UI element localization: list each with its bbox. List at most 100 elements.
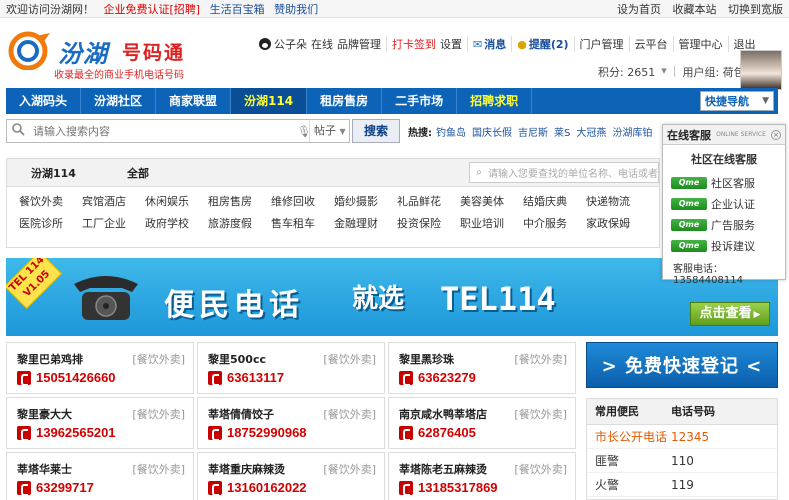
category-item[interactable]: 宾馆酒店	[82, 191, 145, 213]
nav-item-home[interactable]: 入湖码头	[6, 88, 82, 114]
hot-word[interactable]: 大冠燕	[576, 124, 606, 139]
bookmark-link[interactable]: 收藏本站	[673, 3, 717, 16]
listing-category: [餐饮外卖]	[132, 463, 185, 476]
quick-nav-button[interactable]: 快捷导航 ▼	[700, 91, 774, 111]
portal-manage-link[interactable]: 门户管理	[575, 36, 630, 52]
listing-card[interactable]: 黎里巴弟鸡排 [餐饮外卖] 15051426660	[6, 342, 194, 394]
listing-card[interactable]: 黎里豪大大 [餐饮外卖] 13962565201	[6, 397, 194, 449]
category-item[interactable]: 工厂企业	[82, 213, 145, 235]
category-item[interactable]: 中介服务	[523, 213, 586, 235]
hot-word[interactable]: 钓鱼岛	[436, 124, 466, 139]
nav-item-rental[interactable]: 租房售房	[307, 88, 383, 114]
brand-name[interactable]: 汾湖	[58, 34, 108, 69]
category-item[interactable]: 美容美体	[460, 191, 523, 213]
category-item[interactable]: 租房售房	[208, 191, 271, 213]
listing-card[interactable]: 黎里黑珍珠 [餐饮外卖] 63623279	[388, 342, 576, 394]
listing-name[interactable]: 黎里500cc	[208, 351, 266, 367]
hot-word[interactable]: 莱S	[554, 124, 570, 139]
category-item[interactable]: 维修回收	[271, 191, 334, 213]
listing-name[interactable]: 莘塔陈老五麻辣烫	[399, 461, 487, 477]
username[interactable]: 公子朵	[274, 36, 307, 52]
listing-card[interactable]: 莘塔倩倩饺子 [餐饮外卖] 18752990968	[197, 397, 385, 449]
listing-phone-number: 13160162022	[227, 480, 307, 495]
category-item[interactable]: 家政保姆	[586, 213, 649, 235]
points-text[interactable]: 积分: 2651	[598, 64, 655, 80]
close-icon[interactable]: ×	[771, 129, 781, 140]
service-item-community[interactable]: Qme 社区客服	[671, 175, 785, 191]
table-row[interactable]: 市长公开电话 12345	[587, 425, 777, 449]
category-item[interactable]: 餐饮外卖	[19, 191, 82, 213]
cloud-platform-link[interactable]: 云平台	[630, 36, 674, 52]
listing-card[interactable]: 南京咸水鸭莘塔店 [餐饮外卖] 62876405	[388, 397, 576, 449]
listing-name[interactable]: 黎里豪大大	[17, 406, 72, 422]
listing-name[interactable]: 莘塔倩倩饺子	[208, 406, 274, 422]
listing-name[interactable]: 黎里黑珍珠	[399, 351, 454, 367]
search-input[interactable]	[29, 121, 297, 141]
listing-card[interactable]: 莘塔华莱士 [餐饮外卖] 63299717	[6, 452, 194, 500]
table-row[interactable]: 匪警 110	[587, 449, 777, 473]
listing-card[interactable]: 莘塔重庆麻辣烫 [餐饮外卖] 13160162022	[197, 452, 385, 500]
settings-link[interactable]: 设置	[440, 36, 462, 52]
microphone-icon[interactable]: 🎙	[297, 125, 311, 138]
category-item[interactable]: 旅游度假	[208, 213, 271, 235]
category-item[interactable]: 婚纱摄影	[334, 191, 397, 213]
messages-link[interactable]: ✉ 消息	[468, 36, 513, 52]
hot-word[interactable]: 吉尼斯	[518, 124, 548, 139]
hot-word[interactable]: 国庆长假	[472, 124, 512, 139]
category-item[interactable]: 结婚庆典	[523, 191, 586, 213]
hot-word[interactable]: 汾湖库铂	[612, 124, 652, 139]
tab-all[interactable]: 全部	[127, 165, 149, 181]
listing-name[interactable]: 南京咸水鸭莘塔店	[399, 406, 487, 422]
listing-name[interactable]: 黎里巴弟鸡排	[17, 351, 83, 367]
listing-card[interactable]: 莘塔陈老五麻辣烫 [餐饮外卖] 13185317869	[388, 452, 576, 500]
top-link-certify[interactable]: 企业免费认证[招聘]	[104, 3, 201, 16]
tab-fenhu114[interactable]: 汾湖114	[31, 165, 76, 181]
category-item[interactable]: 投资保险	[397, 213, 460, 235]
service-item-label: 企业认证	[711, 198, 755, 211]
view-now-button[interactable]: 点击查看 ▶	[690, 302, 770, 326]
top-link-sponsor[interactable]: 赞助我们	[274, 3, 318, 16]
category-item[interactable]: 职业培训	[460, 213, 523, 235]
points-dropdown-icon[interactable]: ▾	[661, 64, 667, 80]
category-search[interactable]: ⌕ 请输入您要查找的单位名称、电话或者	[469, 162, 659, 183]
listing-card[interactable]: 黎里500cc [餐饮外卖] 63613117	[197, 342, 385, 394]
listing-name[interactable]: 莘塔重庆麻辣烫	[208, 461, 285, 477]
chevron-down-icon: ▼	[762, 96, 769, 106]
category-item[interactable]: 礼品鲜花	[397, 191, 460, 213]
set-homepage-link[interactable]: 设为首页	[617, 3, 661, 16]
admin-center-link[interactable]: 管理中心	[674, 36, 729, 52]
nav-item-jobs[interactable]: 招聘求职	[457, 88, 533, 114]
quick-nav-label: 快捷导航	[705, 95, 749, 108]
category-item[interactable]: 医院诊所	[19, 213, 82, 235]
free-register-button[interactable]: > 免费快速登记 <	[586, 342, 778, 388]
listing-name[interactable]: 莘塔华莱士	[17, 461, 72, 477]
nav-item-secondhand[interactable]: 二手市场	[382, 88, 458, 114]
category-item[interactable]: 休闲娱乐	[145, 191, 208, 213]
category-item[interactable]: 政府学校	[145, 213, 208, 235]
wide-version-link[interactable]: 切换到宽版	[728, 3, 783, 16]
search-button[interactable]: 搜索	[352, 119, 400, 143]
nav-item-community[interactable]: 汾湖社区	[81, 88, 157, 114]
category-item[interactable]: 金融理财	[334, 213, 397, 235]
reminder-link[interactable]: ● 提醒(2)	[512, 36, 575, 52]
service-item-certify[interactable]: Qme 企业认证	[671, 196, 785, 212]
search-type-select[interactable]: 帖子 ▼	[309, 120, 349, 142]
brand-manage-link[interactable]: 品牌管理	[337, 36, 381, 52]
category-grid: 餐饮外卖 宾馆酒店 休闲娱乐 租房售房 维修回收 婚纱摄影 礼品鲜花 美容美体 …	[7, 187, 659, 235]
qq-icon	[259, 38, 271, 50]
nav-item-114[interactable]: 汾湖114	[231, 88, 308, 114]
table-row[interactable]: 火警 119	[587, 473, 777, 497]
top-link-toolbox[interactable]: 生活百宝箱	[210, 3, 265, 16]
listing-phone: 13160162022	[208, 480, 307, 496]
category-item[interactable]: 售车租车	[271, 213, 334, 235]
category-item[interactable]: 快递物流	[586, 191, 649, 213]
checkin-link[interactable]: 打卡签到	[392, 36, 436, 52]
listing-phone: 18752990968	[208, 425, 307, 441]
nav-item-merchants[interactable]: 商家联盟	[156, 88, 232, 114]
service-item-complaint[interactable]: Qme 投诉建议	[671, 238, 785, 254]
banner-headline: 便民电话	[164, 288, 304, 323]
listing-phone: 63299717	[17, 480, 94, 496]
user-avatar[interactable]	[740, 50, 782, 90]
site-logo-icon[interactable]	[6, 30, 54, 70]
service-item-ads[interactable]: Qme 广告服务	[671, 217, 785, 233]
